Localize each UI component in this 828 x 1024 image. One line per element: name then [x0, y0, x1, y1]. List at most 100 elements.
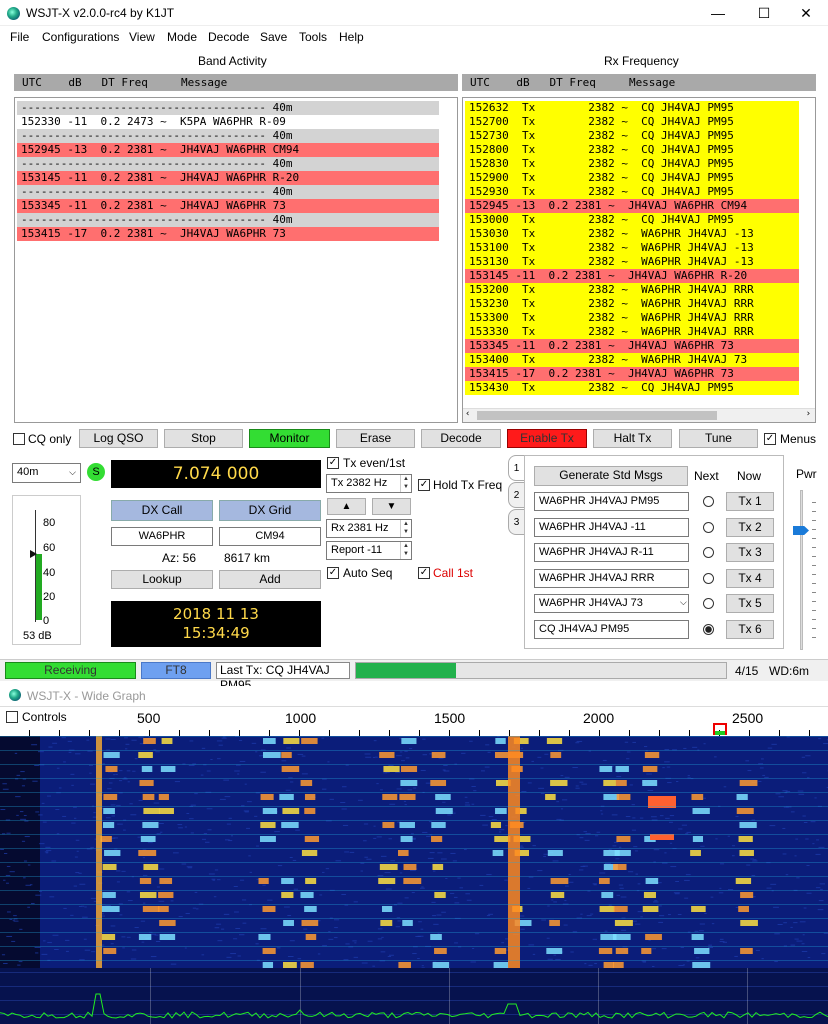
chevron-down-icon[interactable]: ⌵ — [680, 597, 687, 608]
tx6-next-radio[interactable] — [703, 623, 714, 635]
message-row[interactable]: ------------------------------------- 40… — [17, 157, 439, 171]
menu-mode[interactable]: Mode — [167, 30, 197, 44]
message-row[interactable]: 152632 Tx 2382 ~ CQ JH4VAJ PM95 — [465, 101, 799, 115]
scroll-right-icon[interactable]: › — [806, 409, 811, 419]
freq-down-button[interactable]: ▼ — [372, 498, 411, 515]
report-spinbox[interactable]: Report -11 ▲ ▼ — [326, 541, 412, 560]
tx1-message-input[interactable]: WA6PHR JH4VAJ PM95 — [534, 492, 689, 511]
message-row[interactable]: 152830 Tx 2382 ~ CQ JH4VAJ PM95 — [465, 157, 799, 171]
tab-1[interactable]: 1 — [508, 455, 524, 481]
message-row[interactable]: 153030 Tx 2382 ~ WA6PHR JH4VAJ -13 — [465, 227, 799, 241]
message-row[interactable]: 153430 Tx 2382 ~ CQ JH4VAJ PM95 — [465, 381, 799, 395]
rx-freq-spinbox[interactable]: Rx 2381 Hz ▲ ▼ — [326, 519, 412, 538]
tx3-next-radio[interactable] — [703, 547, 714, 558]
tx5-button[interactable]: Tx 5 — [726, 594, 774, 613]
message-row[interactable]: ------------------------------------- 40… — [17, 129, 439, 143]
tx1-button[interactable]: Tx 1 — [726, 492, 774, 511]
message-row[interactable]: 153345 -11 0.2 2381 ~ JH4VAJ WA6PHR 73 — [17, 199, 439, 213]
spin-arrows-icon[interactable]: ▲ ▼ — [400, 475, 411, 492]
menu-tools[interactable]: Tools — [299, 30, 327, 44]
menus-checkbox[interactable]: ✓ — [764, 433, 776, 445]
tx2-button[interactable]: Tx 2 — [726, 517, 774, 537]
tab-2[interactable]: 2 — [508, 482, 524, 508]
minimize-button[interactable]: — — [696, 0, 740, 26]
message-row[interactable]: ------------------------------------- 40… — [17, 185, 439, 199]
message-row[interactable]: 152700 Tx 2382 ~ CQ JH4VAJ PM95 — [465, 115, 799, 129]
monitor-button[interactable]: Monitor — [249, 429, 330, 448]
dx-call-input[interactable]: WA6PHR — [111, 527, 213, 546]
message-row[interactable]: 152900 Tx 2382 ~ CQ JH4VAJ PM95 — [465, 171, 799, 185]
message-row[interactable]: 152945 -13 0.2 2381 ~ JH4VAJ WA6PHR CM94 — [17, 143, 439, 157]
menu-file[interactable]: File — [10, 30, 29, 44]
controls-checkbox[interactable] — [6, 711, 18, 723]
message-row[interactable]: 153100 Tx 2382 ~ WA6PHR JH4VAJ -13 — [465, 241, 799, 255]
s-meter-indicator[interactable]: S — [87, 463, 105, 481]
tx4-button[interactable]: Tx 4 — [726, 568, 774, 588]
message-row[interactable]: 153145 -11 0.2 2381 ~ JH4VAJ WA6PHR R-20 — [17, 171, 439, 185]
close-button[interactable]: ✕ — [784, 0, 828, 26]
message-row[interactable]: 153345 -11 0.2 2381 ~ JH4VAJ WA6PHR 73 — [465, 339, 799, 353]
rx-horizontal-scrollbar[interactable]: ‹ › — [463, 408, 815, 422]
maximize-button[interactable]: ☐ — [742, 0, 786, 26]
message-row[interactable]: 153200 Tx 2382 ~ WA6PHR JH4VAJ RRR — [465, 283, 799, 297]
tab-3[interactable]: 3 — [508, 509, 524, 535]
tx5-next-radio[interactable] — [703, 598, 714, 609]
rx-frequency-list[interactable]: ‹ › 152632 Tx 2382 ~ CQ JH4VAJ PM95 15270… — [462, 97, 816, 423]
freq-up-button[interactable]: ▲ — [327, 498, 366, 515]
message-row[interactable]: 153330 Tx 2382 ~ WA6PHR JH4VAJ RRR — [465, 325, 799, 339]
message-row[interactable]: 153300 Tx 2382 ~ WA6PHR JH4VAJ RRR — [465, 311, 799, 325]
erase-button[interactable]: Erase — [336, 429, 415, 448]
spin-arrows-icon[interactable]: ▲ ▼ — [400, 520, 411, 537]
dx-grid-label[interactable]: DX Grid — [219, 500, 321, 521]
tx1-next-radio[interactable] — [703, 496, 714, 507]
generate-std-msgs-button[interactable]: Generate Std Msgs — [534, 466, 688, 486]
scroll-left-icon[interactable]: ‹ — [465, 409, 470, 419]
message-row[interactable]: 153400 Tx 2382 ~ WA6PHR JH4VAJ 73 — [465, 353, 799, 367]
tx2-message-input[interactable]: WA6PHR JH4VAJ -11 — [534, 517, 689, 537]
dx-call-label[interactable]: DX Call — [111, 500, 213, 521]
auto-seq-checkbox[interactable]: ✓ — [327, 567, 339, 579]
tx4-next-radio[interactable] — [703, 572, 714, 584]
halt-tx-button[interactable]: Halt Tx — [593, 429, 672, 448]
call-1st-checkbox[interactable]: ✓ — [418, 567, 430, 579]
message-row[interactable]: 152800 Tx 2382 ~ CQ JH4VAJ PM95 — [465, 143, 799, 157]
message-row[interactable]: 152330 -11 0.2 2473 ~ K5PA WA6PHR R-09 — [17, 115, 439, 129]
tx2-next-radio[interactable] — [703, 521, 714, 533]
spin-arrows-icon[interactable]: ▲ ▼ — [400, 542, 411, 559]
message-row[interactable]: ------------------------------------- 40… — [17, 213, 439, 227]
message-row[interactable]: 153415 -17 0.2 2381 ~ JH4VAJ WA6PHR 73 — [465, 367, 799, 381]
dx-grid-input[interactable]: CM94 — [219, 527, 321, 546]
tx4-message-input[interactable]: WA6PHR JH4VAJ RRR — [534, 568, 689, 588]
log-qso-button[interactable]: Log QSO — [79, 429, 158, 448]
message-row[interactable]: 153000 Tx 2382 ~ CQ JH4VAJ PM95 — [465, 213, 799, 227]
tx6-button[interactable]: Tx 6 — [726, 619, 774, 639]
pwr-slider-track[interactable] — [800, 490, 803, 650]
tx6-message-input[interactable]: CQ JH4VAJ PM95 — [534, 619, 689, 639]
tx3-message-input[interactable]: WA6PHR JH4VAJ R-11 — [534, 543, 689, 562]
message-row[interactable]: ------------------------------------- 40… — [17, 101, 439, 115]
message-row[interactable]: 152730 Tx 2382 ~ CQ JH4VAJ PM95 — [465, 129, 799, 143]
band-select[interactable]: 40m ⌵ — [12, 463, 81, 483]
tx3-button[interactable]: Tx 3 — [726, 543, 774, 562]
lookup-button[interactable]: Lookup — [111, 570, 213, 589]
stop-button[interactable]: Stop — [164, 429, 243, 448]
enable-tx-button[interactable]: Enable Tx — [507, 429, 587, 448]
message-row[interactable]: 152945 -13 0.2 2381 ~ JH4VAJ WA6PHR CM94 — [465, 199, 799, 213]
message-row[interactable]: 153415 -17 0.2 2381 ~ JH4VAJ WA6PHR 73 — [17, 227, 439, 241]
message-row[interactable]: 152930 Tx 2382 ~ CQ JH4VAJ PM95 — [465, 185, 799, 199]
message-row[interactable]: 153230 Tx 2382 ~ WA6PHR JH4VAJ RRR — [465, 297, 799, 311]
tx5-message-input[interactable]: WA6PHR JH4VAJ 73 — [534, 594, 689, 613]
tx-even-checkbox[interactable]: ✓ — [327, 457, 339, 469]
add-button[interactable]: Add — [219, 570, 321, 589]
menu-configurations[interactable]: Configurations — [42, 30, 119, 44]
message-row[interactable]: 153145 -11 0.2 2381 ~ JH4VAJ WA6PHR R-20 — [465, 269, 799, 283]
decode-button[interactable]: Decode — [421, 429, 501, 448]
tune-button[interactable]: Tune — [679, 429, 758, 448]
scrollbar-thumb[interactable] — [477, 411, 717, 420]
menu-decode[interactable]: Decode — [208, 30, 249, 44]
tx-freq-spinbox[interactable]: Tx 2382 Hz ▲ ▼ — [326, 474, 412, 493]
menu-view[interactable]: View — [129, 30, 155, 44]
waterfall-display[interactable] — [0, 736, 828, 1024]
message-row[interactable]: 153130 Tx 2382 ~ WA6PHR JH4VAJ -13 — [465, 255, 799, 269]
band-activity-list[interactable]: ------------------------------------- 40… — [14, 97, 458, 423]
